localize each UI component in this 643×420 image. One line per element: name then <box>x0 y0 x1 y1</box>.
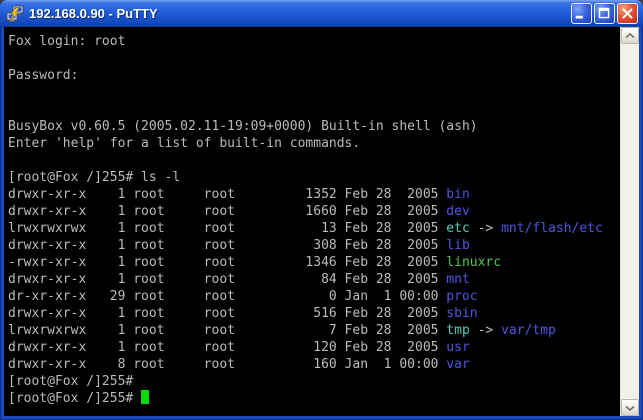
terminal-text-segment: Password: <box>8 68 78 83</box>
terminal-line: lrwxrwxrwx 1 root root 13 Feb 28 2005 et… <box>8 220 620 237</box>
terminal-line: drwxr-xr-x 1 root root 516 Feb 28 2005 s… <box>8 305 620 322</box>
terminal-text-segment: sbin <box>446 306 477 321</box>
terminal-text-segment: mnt/flash/etc <box>501 221 603 236</box>
window-controls <box>571 3 638 24</box>
scrollbar-down-button[interactable] <box>621 399 639 416</box>
putty-app-icon[interactable] <box>6 5 24 23</box>
terminal-text-segment: [root@Fox /]255# ls -l <box>8 170 180 185</box>
terminal-text-segment: drwxr-xr-x 1 root root 120 Feb 28 2005 <box>8 340 446 355</box>
terminal-text-segment: dev <box>446 204 469 219</box>
terminal-cursor <box>141 390 149 404</box>
terminal-text-segment: tmp <box>446 323 469 338</box>
terminal-text-segment: bin <box>446 187 469 202</box>
terminal-text-segment: proc <box>446 289 477 304</box>
client-area: Fox login: root Password: BusyBox v0.60.5 … <box>4 27 639 416</box>
terminal-line: [root@Fox /]255# <box>8 390 620 407</box>
terminal-text-segment: drwxr-xr-x 1 root root 516 Feb 28 2005 <box>8 306 446 321</box>
terminal-line: Password: <box>8 67 620 84</box>
terminal-text-segment: [root@Fox /]255# <box>8 374 133 389</box>
terminal-line: [root@Fox /]255# <box>8 373 620 390</box>
terminal-text-segment: lib <box>446 238 469 253</box>
terminal-text-segment: Fox login: root <box>8 34 125 49</box>
terminal-line: Fox login: root <box>8 33 620 50</box>
maximize-icon <box>595 3 614 24</box>
terminal-text-segment: var <box>446 357 469 372</box>
chevron-down-icon <box>625 405 635 411</box>
minimize-button[interactable] <box>571 3 592 24</box>
terminal-text-segment: [root@Fox /]255# <box>8 391 141 406</box>
terminal-text-segment: lrwxrwxrwx 1 root root 7 Feb 28 2005 <box>8 323 446 338</box>
terminal-text-segment: Enter 'help' for a list of built-in comm… <box>8 136 360 151</box>
terminal-line: drwxr-xr-x 1 root root 1660 Feb 28 2005 … <box>8 203 620 220</box>
terminal-text-segment: drwxr-xr-x 1 root root 1660 Feb 28 2005 <box>8 204 446 219</box>
terminal-line: lrwxrwxrwx 1 root root 7 Feb 28 2005 tmp… <box>8 322 620 339</box>
terminal-text-segment: BusyBox v0.60.5 (2005.02.11-19:09+0000) … <box>8 119 478 134</box>
close-icon <box>618 3 637 24</box>
terminal-text-segment: etc <box>446 221 469 236</box>
maximize-button[interactable] <box>594 3 615 24</box>
terminal-line: drwxr-xr-x 1 root root 84 Feb 28 2005 mn… <box>8 271 620 288</box>
terminal-line: dr-xr-xr-x 29 root root 0 Jan 1 00:00 pr… <box>8 288 620 305</box>
terminal-text-segment: -> <box>470 323 501 338</box>
terminal-text-segment: mnt <box>446 272 469 287</box>
terminal-text-segment: drwxr-xr-x 8 root root 160 Jan 1 00:00 <box>8 357 446 372</box>
terminal-line <box>8 152 620 169</box>
terminal-line: [root@Fox /]255# ls -l <box>8 169 620 186</box>
terminal-text-segment: drwxr-xr-x 1 root root 1352 Feb 28 2005 <box>8 187 446 202</box>
terminal-text-segment: lrwxrwxrwx 1 root root 13 Feb 28 2005 <box>8 221 446 236</box>
scrollbar-up-button[interactable] <box>621 27 639 44</box>
putty-window: 192.168.0.90 - PuTTY Fox login: rootPas <box>0 0 643 420</box>
scrollbar[interactable] <box>620 27 639 416</box>
terminal-line: Enter 'help' for a list of built-in comm… <box>8 135 620 152</box>
terminal-text-segment: drwxr-xr-x 1 root root 308 Feb 28 2005 <box>8 238 446 253</box>
chevron-up-icon <box>625 33 635 39</box>
terminal-text-segment: -rwxr-xr-x 1 root root 1346 Feb 28 2005 <box>8 255 446 270</box>
terminal-line <box>8 101 620 118</box>
terminal-text-segment: dr-xr-xr-x 29 root root 0 Jan 1 00:00 <box>8 289 446 304</box>
minimize-icon <box>572 3 591 24</box>
terminal-line: drwxr-xr-x 1 root root 308 Feb 28 2005 l… <box>8 237 620 254</box>
terminal-text-segment: -> <box>470 221 501 236</box>
terminal-line <box>8 50 620 67</box>
terminal-line: drwxr-xr-x 8 root root 160 Jan 1 00:00 v… <box>8 356 620 373</box>
terminal-text-segment: usr <box>446 340 469 355</box>
terminal-text-segment: linuxrc <box>446 255 501 270</box>
terminal-line: -rwxr-xr-x 1 root root 1346 Feb 28 2005 … <box>8 254 620 271</box>
window-title: 192.168.0.90 - PuTTY <box>29 6 571 21</box>
scrollbar-track[interactable] <box>621 44 639 399</box>
titlebar[interactable]: 192.168.0.90 - PuTTY <box>0 0 643 27</box>
close-button[interactable] <box>617 3 638 24</box>
terminal-line: BusyBox v0.60.5 (2005.02.11-19:09+0000) … <box>8 118 620 135</box>
terminal-screen[interactable]: Fox login: root Password: BusyBox v0.60.5 … <box>4 27 620 416</box>
terminal-text-segment: var/tmp <box>501 323 556 338</box>
terminal-text-segment: drwxr-xr-x 1 root root 84 Feb 28 2005 <box>8 272 446 287</box>
terminal-line <box>8 84 620 101</box>
terminal-line: drwxr-xr-x 1 root root 1352 Feb 28 2005 … <box>8 186 620 203</box>
terminal-line: drwxr-xr-x 1 root root 120 Feb 28 2005 u… <box>8 339 620 356</box>
